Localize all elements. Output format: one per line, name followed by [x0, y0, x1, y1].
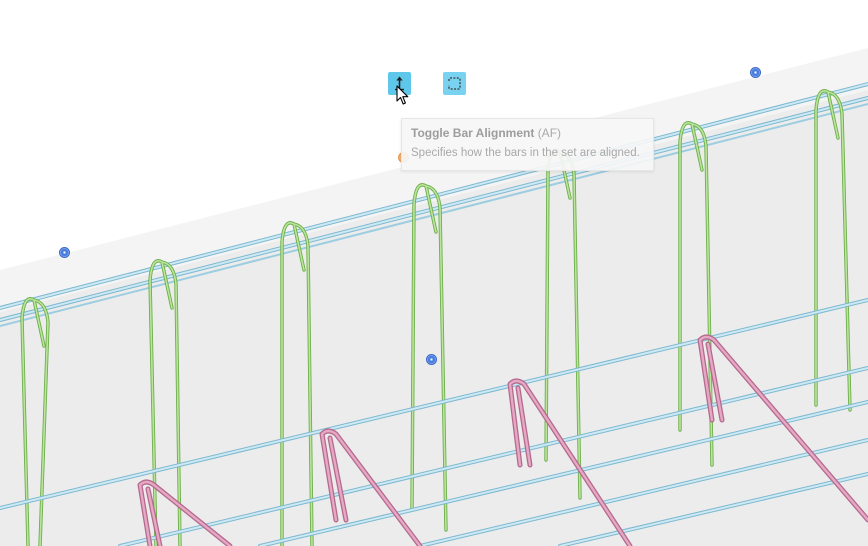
- shape-handle-grip[interactable]: [426, 354, 437, 365]
- 3d-viewport[interactable]: [0, 0, 868, 546]
- bar-alignment-icon: [395, 76, 404, 91]
- shape-handle-grip[interactable]: [59, 247, 70, 258]
- tooltip-description: Specifies how the bars in the set are al…: [411, 147, 640, 159]
- shape-handle-grip[interactable]: [750, 67, 761, 78]
- tooltip-title: Toggle Bar Alignment (AF): [411, 126, 644, 141]
- toggle-bar-shape-button[interactable]: [443, 72, 466, 95]
- tooltip-shortcut: (AF): [537, 126, 562, 140]
- tooltip: Toggle Bar Alignment (AF) Specifies how …: [401, 118, 654, 171]
- tooltip-title-text: Toggle Bar Alignment: [411, 126, 535, 140]
- bar-shape-icon: [448, 77, 461, 90]
- toggle-bar-alignment-button[interactable]: [388, 72, 411, 95]
